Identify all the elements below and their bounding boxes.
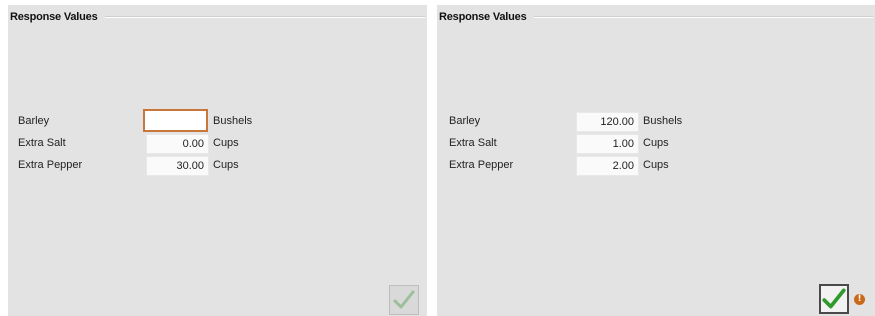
left-response-panel: Response Values Barley Bushels Extra Sal… bbox=[8, 5, 427, 316]
group-divider bbox=[105, 16, 425, 18]
check-icon bbox=[822, 288, 846, 309]
response-row-extra-pepper: Extra Pepper 30.00 Cups bbox=[18, 156, 278, 176]
group-title: Response Values bbox=[439, 11, 527, 23]
extra-salt-input[interactable]: 0.00 bbox=[146, 134, 209, 154]
confirm-button[interactable] bbox=[819, 284, 849, 314]
check-icon bbox=[393, 290, 415, 309]
extra-salt-input[interactable]: 1.00 bbox=[576, 134, 639, 154]
row-label: Extra Salt bbox=[18, 137, 66, 149]
response-row-extra-salt: Extra Salt 0.00 Cups bbox=[18, 134, 278, 154]
row-unit: Cups bbox=[643, 159, 669, 171]
right-response-panel: Response Values Barley 120.00 Bushels Ex… bbox=[437, 5, 875, 316]
row-unit: Bushels bbox=[643, 115, 683, 127]
barley-input[interactable] bbox=[143, 109, 208, 132]
response-row-barley: Barley 120.00 Bushels bbox=[449, 112, 709, 132]
row-label: Barley bbox=[449, 115, 481, 127]
row-unit: Cups bbox=[213, 137, 239, 149]
barley-input[interactable]: 120.00 bbox=[576, 112, 639, 132]
row-unit: Bushels bbox=[213, 115, 253, 127]
group-title: Response Values bbox=[10, 11, 98, 23]
confirm-button[interactable] bbox=[389, 285, 419, 315]
row-label: Extra Pepper bbox=[18, 159, 83, 171]
response-row-extra-salt: Extra Salt 1.00 Cups bbox=[449, 134, 709, 154]
response-row-barley: Barley Bushels bbox=[18, 109, 278, 132]
extra-pepper-input[interactable]: 30.00 bbox=[146, 156, 209, 176]
row-label: Extra Pepper bbox=[449, 159, 514, 171]
row-unit: Cups bbox=[643, 137, 669, 149]
warning-icon[interactable]: ! bbox=[854, 294, 865, 305]
response-row-extra-pepper: Extra Pepper 2.00 Cups bbox=[449, 156, 709, 176]
extra-pepper-input[interactable]: 2.00 bbox=[576, 156, 639, 176]
row-unit: Cups bbox=[213, 159, 239, 171]
group-divider bbox=[534, 16, 873, 18]
row-label: Extra Salt bbox=[449, 137, 497, 149]
row-label: Barley bbox=[18, 115, 50, 127]
